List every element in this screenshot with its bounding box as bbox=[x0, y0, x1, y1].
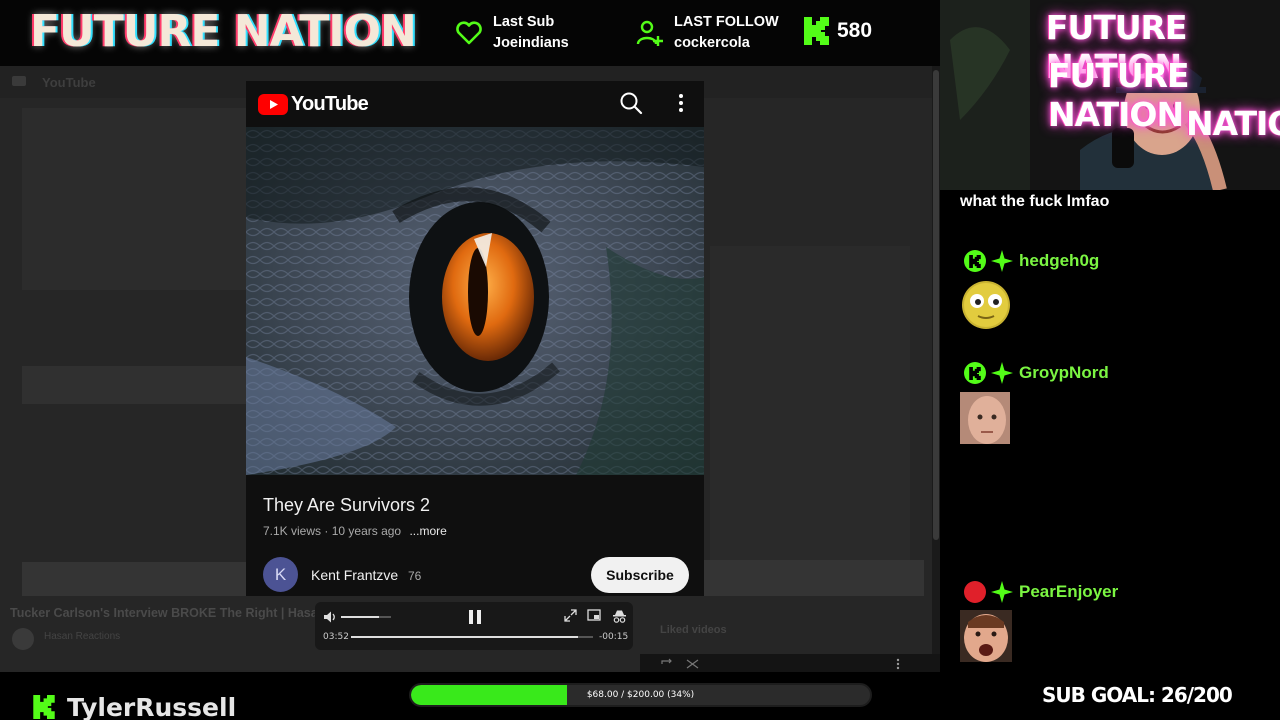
background-video-strip bbox=[22, 366, 246, 404]
face-emote bbox=[960, 392, 1010, 444]
chat-message: what the fuck lmfao bbox=[960, 193, 1110, 210]
remaining-time: -00:15 bbox=[599, 632, 629, 642]
kick-badge-icon bbox=[964, 362, 986, 384]
volume-icon[interactable] bbox=[323, 610, 337, 624]
last-follow-value: cockercola bbox=[674, 35, 750, 51]
picture-in-picture-icon[interactable] bbox=[587, 609, 601, 622]
more-link[interactable]: ...more bbox=[409, 524, 446, 538]
streamer-handle: TylerRussell bbox=[67, 693, 237, 720]
background-banner-right bbox=[704, 560, 924, 596]
seek-bar[interactable] bbox=[351, 636, 593, 638]
shuffle-icon[interactable] bbox=[686, 658, 700, 670]
brand-title: FUTURE NATION bbox=[30, 6, 417, 57]
chat-entry-pearenjoyer: PearEnjoyer bbox=[964, 581, 1118, 603]
heart-icon bbox=[456, 21, 482, 45]
subscribe-button[interactable]: Subscribe bbox=[591, 557, 689, 593]
kick-logo-icon bbox=[804, 17, 829, 45]
search-icon[interactable] bbox=[619, 91, 643, 115]
volume-level bbox=[341, 616, 379, 618]
eyes-emote bbox=[962, 281, 1010, 329]
background-video-area bbox=[22, 108, 246, 290]
view-count: 7.1K views bbox=[263, 524, 322, 538]
more-options-icon[interactable] bbox=[671, 92, 691, 114]
sub-goal: SUB GOAL: 26/200 bbox=[1042, 683, 1233, 707]
kick-count-widget: 580 bbox=[804, 17, 872, 45]
volume-slider[interactable] bbox=[341, 616, 391, 618]
meta-separator: · bbox=[324, 524, 332, 538]
seek-progress bbox=[351, 636, 579, 638]
background-channel-avatar bbox=[12, 628, 34, 650]
youtube-header: YouTube bbox=[246, 81, 704, 127]
background-banner bbox=[22, 562, 246, 596]
chat-username[interactable]: hedgeh0g bbox=[1019, 251, 1099, 271]
chat-entry-groypnord: GroypNord bbox=[964, 362, 1109, 384]
add-user-icon bbox=[636, 20, 663, 46]
kick-logo-icon bbox=[33, 695, 55, 719]
last-follow-widget: LAST FOLLOW cockercola bbox=[636, 12, 779, 54]
expand-icon[interactable] bbox=[564, 609, 577, 622]
video-meta: 7.1K views · 10 years ago ...more bbox=[263, 524, 447, 538]
last-follow-label: LAST FOLLOW bbox=[674, 14, 779, 30]
subscriber-count: 76 bbox=[408, 569, 422, 583]
chat-username[interactable]: PearEnjoyer bbox=[1019, 582, 1118, 602]
sparkle-badge-icon bbox=[991, 581, 1013, 603]
video-title: They Are Survivors 2 bbox=[263, 495, 431, 515]
shouting-face-emote bbox=[960, 610, 1012, 662]
background-bottom-toolbar bbox=[640, 654, 940, 672]
kick-count-value: 580 bbox=[837, 19, 873, 42]
last-sub-widget: Last Sub Joeindians bbox=[455, 12, 569, 54]
chat-username[interactable]: GroypNord bbox=[1019, 363, 1109, 383]
neon-sign-line-3: NATION bbox=[1186, 104, 1280, 143]
channel-name[interactable]: Kent Frantzve bbox=[311, 567, 398, 583]
youtube-logo-text: YouTube bbox=[291, 93, 369, 115]
channel-avatar[interactable]: K bbox=[263, 557, 298, 592]
upload-age: 10 years ago bbox=[331, 524, 402, 538]
incognito-icon[interactable] bbox=[612, 609, 627, 624]
youtube-logo[interactable]: YouTube bbox=[258, 93, 369, 116]
chat-panel: what the fuck lmfao hedgeh0g GroypNord P… bbox=[940, 190, 1280, 672]
kick-badge-icon bbox=[964, 250, 986, 272]
eye-closeup-image bbox=[246, 127, 704, 475]
background-right-panel bbox=[710, 246, 910, 566]
last-sub-label: Last Sub bbox=[493, 14, 555, 30]
kebab-menu-icon[interactable] bbox=[895, 658, 901, 670]
chat-entry-hedgeh0g: hedgeh0g bbox=[964, 250, 1099, 272]
background-channel-name: Hasan Reactions bbox=[44, 631, 121, 642]
youtube-video-card: YouTube They Are Survivors 2 7.1K views … bbox=[246, 81, 704, 596]
youtube-play-icon bbox=[258, 94, 288, 115]
background-scrollbar-thumb[interactable] bbox=[933, 70, 939, 540]
donation-goal-text: $68.00 / $200.00 (34%) bbox=[586, 690, 695, 700]
sparkle-badge-icon bbox=[991, 250, 1013, 272]
background-site-name: YouTube bbox=[42, 75, 96, 90]
background-liked-videos: Liked videos bbox=[660, 624, 727, 636]
background-yt-icon bbox=[12, 76, 26, 86]
red-badge-icon bbox=[964, 581, 986, 603]
mini-player-controls: 03:52 -00:15 bbox=[315, 602, 633, 650]
current-time: 03:52 bbox=[323, 632, 349, 642]
sparkle-badge-icon bbox=[991, 362, 1013, 384]
video-thumbnail[interactable] bbox=[246, 127, 704, 475]
pause-icon[interactable] bbox=[467, 607, 483, 627]
background-scrollbar[interactable] bbox=[932, 66, 940, 672]
repeat-icon[interactable] bbox=[660, 658, 674, 670]
top-overlay-bar: FUTURE NATION Last Sub Joeindians LAST F… bbox=[0, 0, 940, 66]
background-video-title: Tucker Carlson's Interview BROKE The Rig… bbox=[10, 606, 318, 620]
last-sub-value: Joeindians bbox=[493, 35, 569, 51]
